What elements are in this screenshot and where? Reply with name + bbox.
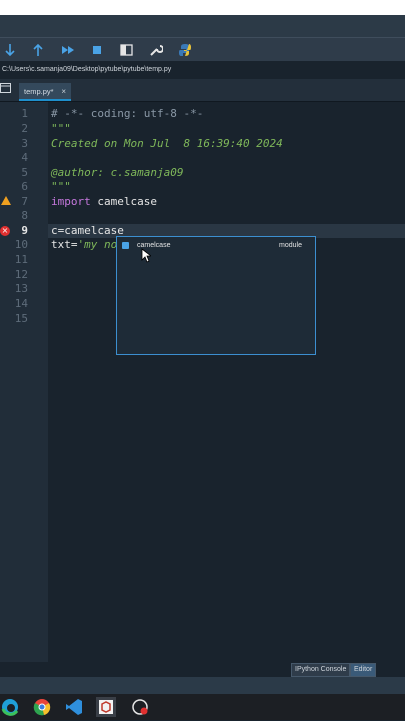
- line-number: 6: [21, 180, 28, 193]
- continue-button[interactable]: [58, 40, 78, 60]
- line-number: 11: [14, 253, 28, 266]
- error-icon[interactable]: ×: [0, 226, 10, 236]
- line-number: 2: [21, 122, 28, 135]
- recording-app-icon[interactable]: [130, 697, 150, 717]
- line-number: 4: [21, 151, 28, 164]
- wrench-icon: [150, 45, 163, 56]
- window-top-edge: [0, 0, 405, 15]
- code-line-9: c=camelcase: [51, 224, 124, 237]
- line-number: 1: [21, 107, 28, 120]
- warning-icon[interactable]: [1, 196, 11, 205]
- line-number: 3: [21, 137, 28, 150]
- code-line-7: import camelcase: [51, 195, 157, 208]
- module-icon: [122, 242, 129, 249]
- code-line-7-rest: camelcase: [90, 195, 157, 208]
- taskbar: [0, 694, 405, 720]
- step-return-button[interactable]: [28, 40, 48, 60]
- code-line-5: @author: c.samanja09: [51, 166, 184, 179]
- vscode-icon[interactable]: [64, 697, 84, 717]
- code-line-10-b: 'my no: [77, 238, 118, 251]
- preferences-button[interactable]: [146, 40, 166, 60]
- edge-browser-icon[interactable]: [0, 697, 20, 717]
- keyword-import: import: [51, 195, 91, 208]
- ipython-console-tab[interactable]: IPython Console: [291, 663, 351, 677]
- arrow-down-icon: [5, 44, 15, 57]
- line-number: 13: [14, 282, 28, 295]
- step-into-button[interactable]: [0, 40, 20, 60]
- code-line-10-a: txt=: [51, 238, 78, 251]
- fast-forward-icon: [62, 46, 74, 54]
- line-number: 5: [21, 166, 28, 179]
- code-editor[interactable]: [48, 102, 405, 662]
- line-number: 15: [14, 312, 28, 325]
- maximize-pane-icon: [119, 44, 133, 56]
- line-number: 10: [14, 238, 28, 251]
- maximize-pane-button[interactable]: [116, 40, 136, 60]
- chrome-browser-icon[interactable]: [32, 697, 52, 717]
- tab-label: temp.py*: [24, 87, 54, 96]
- file-path-bar: C:\Users\c.samanja09\Desktop\pytube\pytu…: [0, 61, 405, 78]
- stop-icon: [93, 46, 101, 54]
- code-line-3: Created on Mon Jul 8 16:39:40 2024: [51, 137, 283, 150]
- code-line-10: txt='my no: [51, 238, 117, 251]
- mouse-pointer-icon: [141, 248, 151, 263]
- line-number: 8: [21, 209, 28, 222]
- editor-pane-tab[interactable]: Editor: [350, 663, 377, 677]
- python-path-manager-button[interactable]: [175, 40, 195, 60]
- window-bottom-edge: [0, 677, 405, 694]
- line-number: 14: [14, 297, 28, 310]
- code-line-2: """: [51, 122, 71, 135]
- stop-button[interactable]: [87, 40, 107, 60]
- close-tab-icon[interactable]: ×: [61, 83, 66, 100]
- menu-area: [0, 15, 405, 37]
- toolbar: [0, 37, 405, 62]
- tab-menu-icon[interactable]: [0, 83, 12, 95]
- spyder-app-icon[interactable]: [96, 697, 116, 717]
- line-number: 12: [14, 268, 28, 281]
- code-line-6: """: [51, 180, 71, 193]
- editor-tab-bar: temp.py* ×: [0, 79, 405, 102]
- completion-type: module: [279, 242, 302, 249]
- code-line-1: # -*- coding: utf-8 -*-: [51, 107, 204, 120]
- arrow-up-icon: [33, 43, 43, 56]
- tab-temp-py[interactable]: temp.py* ×: [19, 83, 71, 101]
- python-icon: [179, 44, 191, 56]
